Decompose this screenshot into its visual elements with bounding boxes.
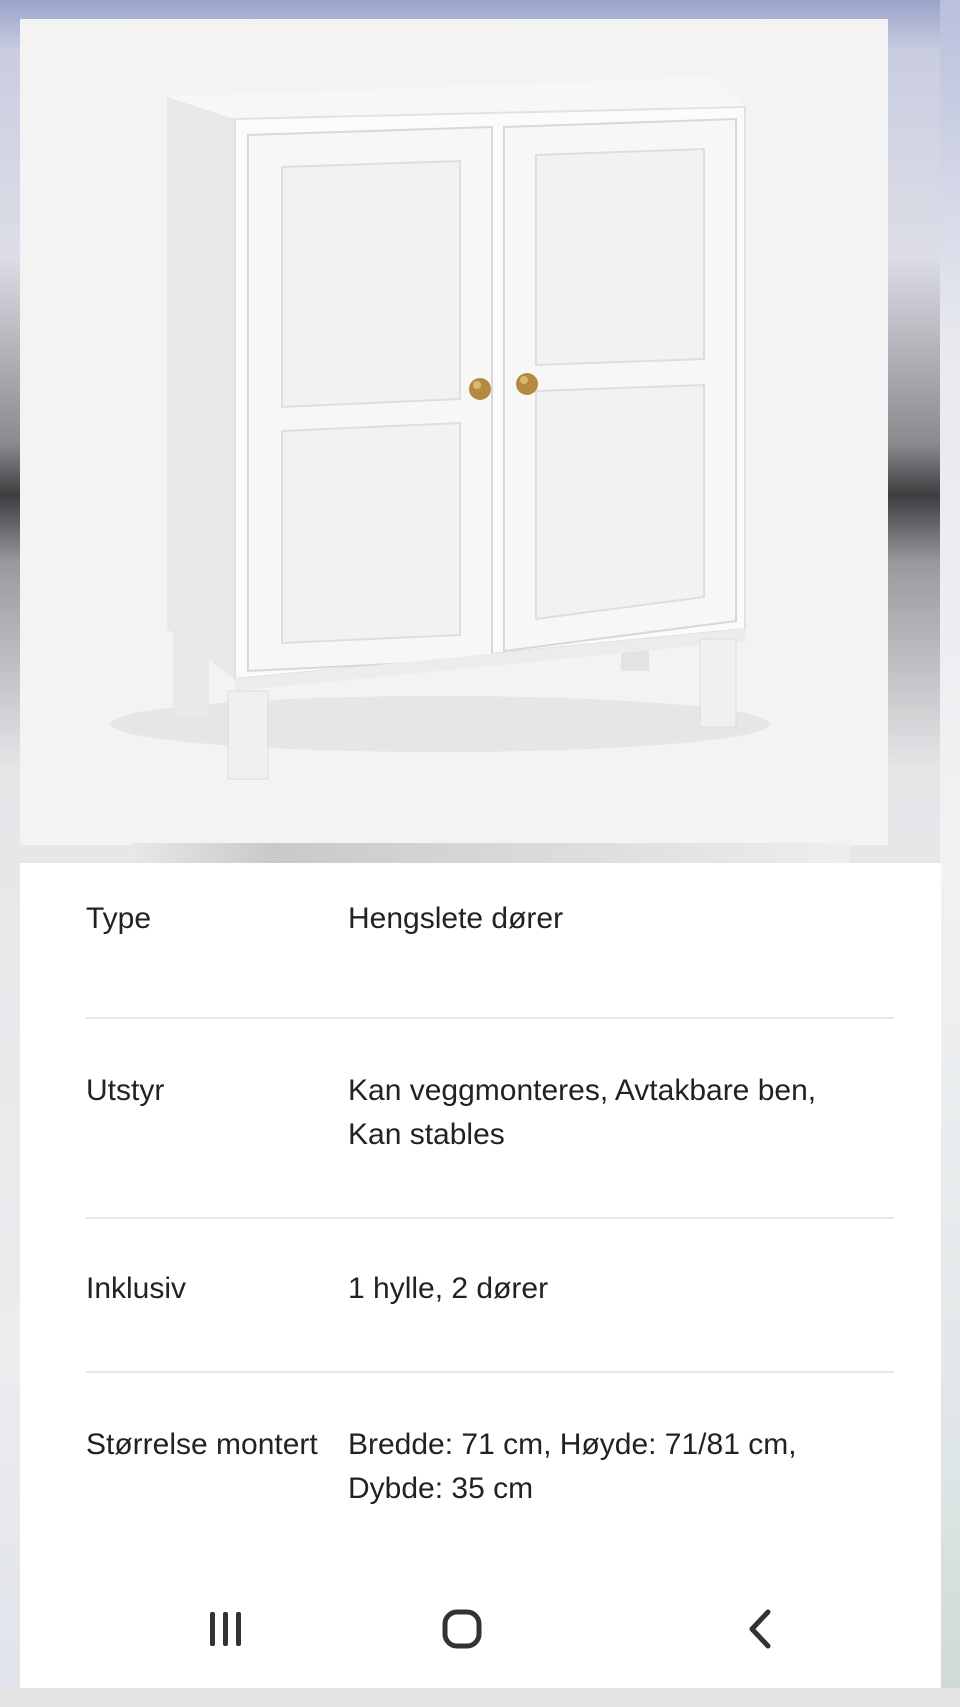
spec-label: Størrelse montert <box>86 1428 318 1461</box>
cabinet-illustration <box>110 77 770 780</box>
spec-label: Type <box>86 902 152 935</box>
spec-label: Inklusiv <box>86 1272 187 1305</box>
recent-apps-button[interactable] <box>186 1590 266 1670</box>
back-icon <box>749 1609 771 1649</box>
home-icon <box>442 1609 482 1649</box>
spec-row-utstyr: Utstyr Kan veggmonteres, Avtakbare ben, … <box>86 1019 894 1219</box>
background-edge <box>940 0 960 1707</box>
home-button[interactable] <box>422 1590 502 1670</box>
spec-value-line: Dybde: 35 cm <box>348 1472 534 1505</box>
spec-row-storrelse: Størrelse montert Bredde: 71 cm, Høyde: … <box>86 1373 894 1573</box>
spec-row-inklusiv: Inklusiv 1 hylle, 2 dører <box>86 1219 894 1373</box>
spec-row-type: Type Hengslete dører <box>86 891 894 1019</box>
product-image[interactable] <box>20 19 888 845</box>
spec-value-line: Kan stables <box>348 1118 505 1151</box>
spec-value: Hengslete dører <box>348 902 564 935</box>
image-shadow <box>130 843 850 863</box>
spec-table: Type Hengslete dører Utstyr Kan veggmont… <box>20 863 941 1688</box>
recent-apps-icon <box>210 1612 241 1646</box>
bottom-edge <box>0 1688 960 1707</box>
back-button[interactable] <box>720 1590 800 1670</box>
spec-label: Utstyr <box>86 1074 165 1107</box>
spec-value-line: Kan veggmonteres, Avtakbare ben, <box>348 1074 817 1107</box>
spec-value-line: Bredde: 71 cm, Høyde: 71/81 cm, <box>348 1428 797 1461</box>
system-navigation-bar <box>20 1570 941 1688</box>
spec-value: 1 hylle, 2 dører <box>348 1272 549 1305</box>
